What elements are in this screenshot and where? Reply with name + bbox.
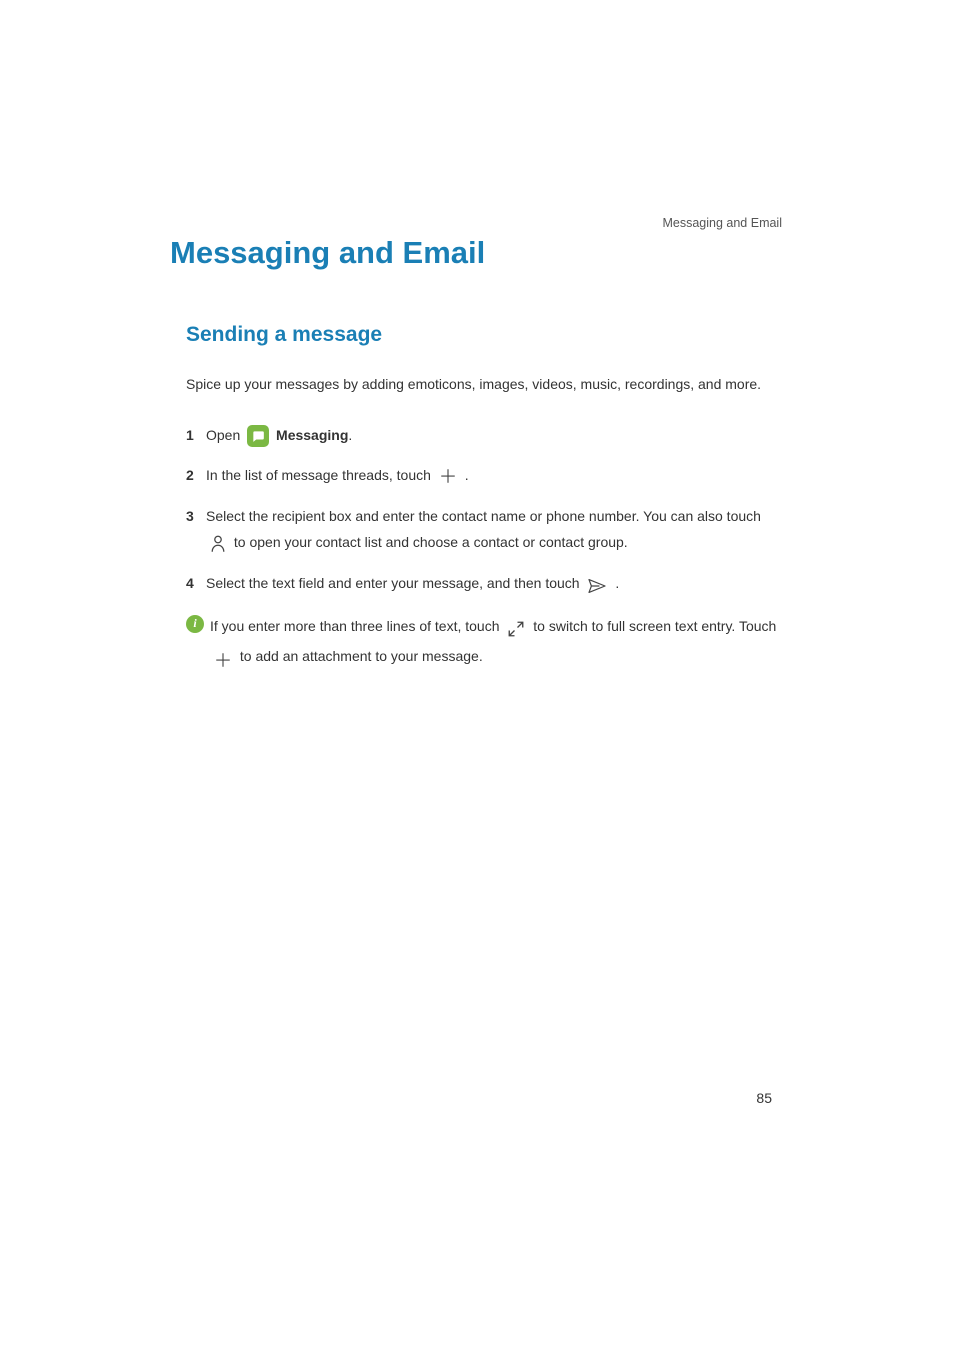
expand-icon: [507, 618, 525, 636]
step-text-after: to open your contact list and choose a c…: [234, 534, 628, 550]
step-number: 1: [186, 422, 206, 449]
step-number: 3: [186, 503, 206, 530]
info-note: i If you enter more than three lines of …: [186, 611, 784, 673]
step-4: 4 Select the text field and enter your m…: [186, 570, 784, 597]
running-header: Messaging and Email: [662, 216, 782, 230]
step-text-after: .: [465, 467, 469, 483]
step-text: Open: [206, 427, 244, 443]
steps-list: 1 Open Messaging. 2 In the list of messa…: [186, 422, 784, 597]
step-text-after: .: [615, 575, 619, 591]
contact-icon: [210, 535, 226, 553]
info-body: If you enter more than three lines of te…: [210, 611, 784, 673]
step-text: In the list of message threads, touch: [206, 467, 435, 483]
step-2: 2 In the list of message threads, touch …: [186, 462, 784, 489]
info-text: If you enter more than three lines of te…: [210, 618, 503, 634]
step-body: Select the recipient box and enter the c…: [206, 503, 784, 556]
intro-paragraph: Spice up your messages by adding emotico…: [186, 371, 784, 398]
messaging-app-icon: [247, 425, 269, 447]
step-body: Select the text field and enter your mes…: [206, 570, 784, 597]
step-period: .: [348, 427, 352, 443]
step-number: 2: [186, 462, 206, 489]
page: Messaging and Email Messaging and Email …: [0, 0, 954, 1350]
app-name: Messaging: [276, 427, 348, 443]
info-icon: i: [186, 615, 204, 633]
step-body: Open Messaging.: [206, 422, 784, 449]
section-title: Sending a message: [186, 323, 784, 347]
step-text: Select the text field and enter your mes…: [206, 575, 583, 591]
info-text-mid: to switch to full screen text entry. Tou…: [533, 618, 776, 634]
page-number: 85: [756, 1090, 772, 1106]
send-icon: [587, 576, 607, 592]
step-3: 3 Select the recipient box and enter the…: [186, 503, 784, 556]
step-body: In the list of message threads, touch .: [206, 462, 784, 489]
plus-icon: [439, 467, 457, 485]
info-text-after: to add an attachment to your message.: [240, 648, 483, 664]
step-number: 4: [186, 570, 206, 597]
step-text: Select the recipient box and enter the c…: [206, 508, 761, 524]
chapter-title: Messaging and Email: [170, 235, 784, 271]
step-1: 1 Open Messaging.: [186, 422, 784, 449]
plus-icon: [214, 649, 232, 667]
